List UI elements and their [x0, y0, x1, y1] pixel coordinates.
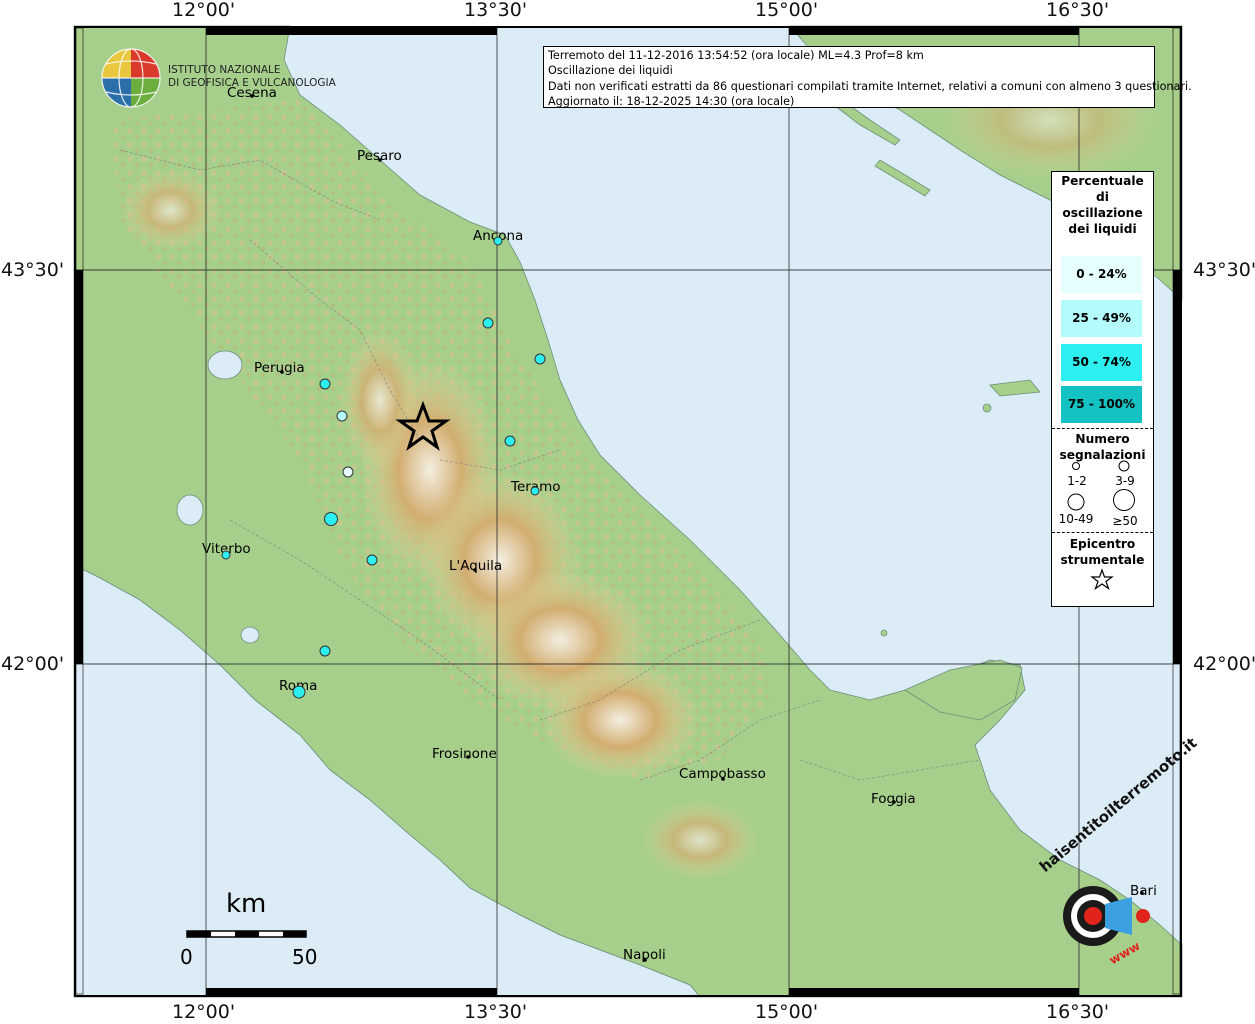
lake-bolsena	[176, 494, 204, 526]
ingv-logo-icon	[101, 48, 161, 108]
lon-label-top-3: 15°00'	[755, 0, 819, 21]
obs-point	[534, 353, 546, 365]
city-label-napoli: Napoli	[623, 947, 666, 963]
legend-size-label-4: ≥50	[1112, 514, 1138, 528]
lake-trasimeno	[207, 350, 243, 380]
lon-label-bottom-1: 12°00'	[172, 1001, 236, 1023]
lat-label-right-1: 43°30'	[1193, 259, 1255, 281]
obs-point	[366, 554, 378, 566]
obs-point	[342, 466, 354, 478]
legend-epicenter-star-icon	[1090, 568, 1114, 590]
lon-label-top-1: 12°00'	[172, 0, 236, 21]
legend-size-label-1: 1-2	[1067, 474, 1087, 488]
ingv-logo-line1: ISTITUTO NAZIONALE	[168, 64, 281, 76]
legend-class-4: 75 - 100%	[1061, 386, 1142, 423]
event-info-line4: Aggiornato il: 18-12-2025 14:30 (ora loc…	[548, 94, 795, 108]
legend-size-label-3: 10-49	[1058, 512, 1094, 526]
obs-point	[292, 685, 306, 699]
scale-start: 0	[180, 945, 193, 969]
obs-point	[493, 236, 503, 246]
scale-unit: km	[226, 889, 267, 919]
scale-bar	[186, 930, 307, 938]
event-info-box: Terremoto del 11-12-2016 13:54:52 (ora l…	[543, 46, 1192, 108]
scale-end: 50	[292, 945, 318, 969]
lat-label-left-1: 43°30'	[1, 259, 65, 281]
obs-point	[504, 435, 516, 447]
obs-point	[530, 486, 540, 496]
legend-size-title: Numero segnalazioni	[1059, 432, 1146, 462]
obs-point	[319, 645, 331, 657]
legend-title: Percentuale di oscillazione dei liquidi	[1061, 174, 1144, 236]
legend-size-symbols	[1067, 460, 1135, 511]
city-label-pesaro: Pesaro	[357, 148, 402, 164]
obs-point	[482, 317, 494, 329]
lat-label-left-2: 42°00'	[1, 653, 65, 675]
event-info-line1: Terremoto del 11-12-2016 13:54:52 (ora l…	[548, 49, 924, 62]
obs-point	[221, 550, 231, 560]
city-label-laquila: L'Aquila	[449, 558, 502, 574]
legend-class-3: 50 - 74%	[1061, 344, 1142, 381]
event-info-line3: Dati non verificati estratti da 86 quest…	[548, 79, 1192, 93]
lon-label-top-4: 16°30'	[1046, 0, 1110, 21]
lon-label-top-2: 13°30'	[464, 0, 528, 21]
obs-point	[319, 378, 331, 390]
obs-point	[324, 512, 338, 526]
legend: Percentuale di oscillazione dei liquidi …	[1051, 171, 1154, 607]
legend-class-1: 0 - 24%	[1061, 256, 1142, 293]
lake-bracciano	[240, 626, 260, 644]
city-label-bari: Bari	[1130, 883, 1157, 899]
legend-class-2: 25 - 49%	[1061, 300, 1142, 337]
legend-size-label-2: 3-9	[1115, 474, 1135, 488]
city-label-frosinone: Frosinone	[432, 746, 497, 762]
city-label-foggia: Foggia	[871, 791, 916, 807]
city-label-campobasso: Campobasso	[679, 766, 766, 782]
obs-point	[336, 410, 348, 422]
lon-label-bottom-4: 16°30'	[1046, 1001, 1110, 1023]
lon-label-bottom-3: 15°00'	[755, 1001, 819, 1023]
ingv-logo-line2: DI GEOFISICA E VULCANOLOGIA	[168, 77, 336, 89]
lat-label-right-2: 42°00'	[1193, 653, 1255, 675]
ingv-logo-text: ISTITUTO NAZIONALE DI GEOFISICA E VULCAN…	[168, 64, 336, 90]
event-info-line2: Oscillazione dei liquidi	[548, 64, 673, 78]
city-label-perugia: Perugia	[254, 360, 305, 376]
legend-epicenter-title: Epicentro strumentale	[1060, 537, 1145, 567]
lon-label-bottom-2: 13°30'	[464, 1001, 528, 1023]
